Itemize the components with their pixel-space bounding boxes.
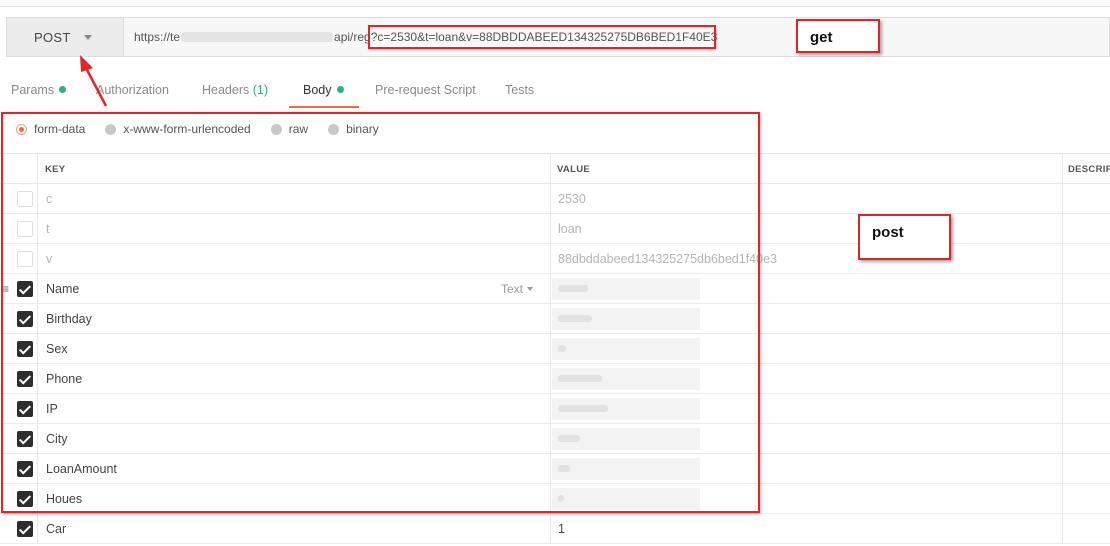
annotation-arrow-icon — [80, 55, 108, 107]
arrow-shaft — [84, 67, 108, 107]
arrow-head — [80, 55, 93, 72]
